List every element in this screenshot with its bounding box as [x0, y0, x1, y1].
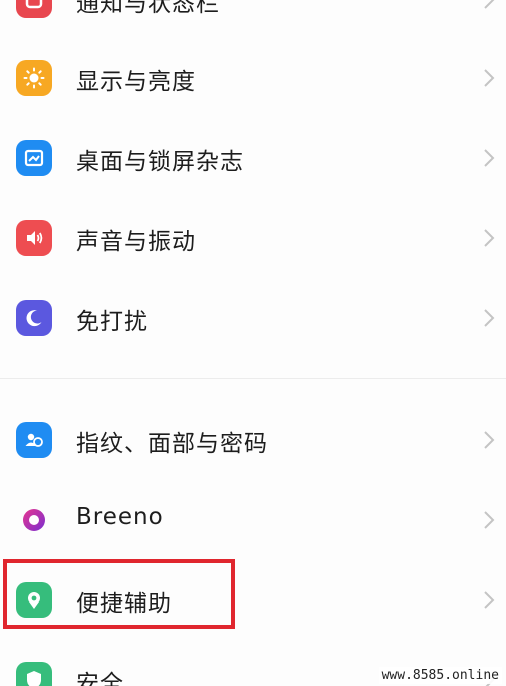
settings-item-wallpaper[interactable]: 桌面与锁屏杂志: [0, 118, 506, 198]
settings-screen: 通知与状态栏 显示与亮度 桌面与锁屏杂志 声音与振动 免打扰 指纹、面部与密码 …: [0, 0, 506, 686]
watermark: www.8585.online: [378, 667, 502, 684]
settings-item-label: 免打扰: [76, 309, 148, 335]
breeno-icon: [16, 502, 52, 538]
settings-item-do-not-disturb[interactable]: 免打扰: [0, 278, 506, 358]
settings-item-display[interactable]: 显示与亮度: [0, 38, 506, 118]
sun-icon: [16, 60, 52, 96]
settings-item-breeno[interactable]: Breeno: [0, 480, 506, 560]
settings-item-sound[interactable]: 声音与振动: [0, 198, 506, 278]
settings-item-label: 声音与振动: [76, 229, 196, 255]
wallpaper-icon: [16, 140, 52, 176]
chevron-right-icon: [484, 431, 495, 449]
chevron-right-icon: [484, 309, 495, 327]
speaker-icon: [16, 220, 52, 256]
notification-icon: [16, 0, 52, 18]
settings-item-label: 通知与状态栏: [76, 0, 220, 17]
chevron-right-icon: [484, 149, 495, 167]
settings-item-label: 桌面与锁屏杂志: [76, 149, 244, 175]
biometric-icon: [16, 422, 52, 458]
moon-icon: [16, 300, 52, 336]
settings-item-biometrics[interactable]: 指纹、面部与密码: [0, 400, 506, 480]
security-icon: [16, 662, 52, 686]
settings-item-label: 显示与亮度: [76, 69, 196, 95]
section-divider: [0, 378, 506, 379]
settings-item-label: Breeno: [76, 504, 164, 530]
chevron-right-icon: [484, 229, 495, 247]
chevron-right-icon: [484, 591, 495, 609]
chevron-right-icon: [484, 69, 495, 87]
chevron-right-icon: [484, 0, 495, 9]
settings-item-label: 安全: [76, 671, 124, 686]
settings-item-label: 指纹、面部与密码: [76, 431, 268, 457]
settings-item-notifications[interactable]: 通知与状态栏: [0, 0, 506, 40]
chevron-right-icon: [484, 511, 495, 529]
highlight-box: [3, 559, 235, 629]
